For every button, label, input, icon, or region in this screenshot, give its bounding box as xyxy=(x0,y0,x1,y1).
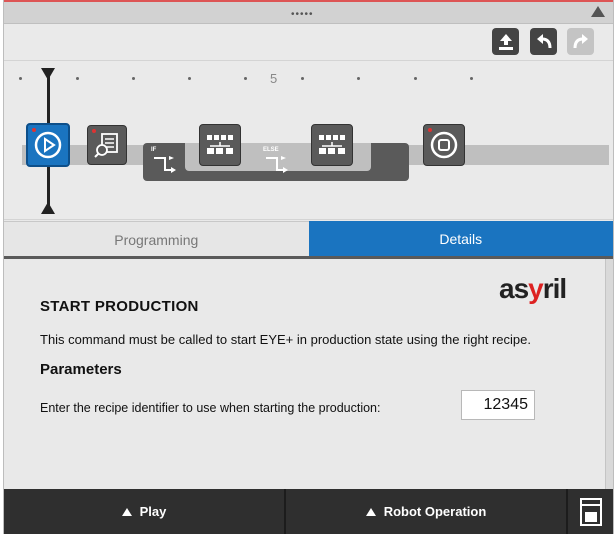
timeline-tick xyxy=(301,77,304,80)
expand-up-icon xyxy=(121,507,132,516)
action-block-1[interactable] xyxy=(199,124,241,166)
details-panel: asyril START PRODUCTION This command mus… xyxy=(4,259,613,489)
timeline-tick xyxy=(19,77,22,80)
play-label: Play xyxy=(139,504,167,519)
locate-block[interactable] xyxy=(87,125,127,165)
device-icon xyxy=(579,497,602,526)
command-title: START PRODUCTION xyxy=(40,298,199,315)
timeline-tick-label: 5 xyxy=(270,71,278,86)
stop-production-block[interactable] xyxy=(423,124,465,166)
view-tabs: Programming Details xyxy=(4,221,613,257)
else-block[interactable]: ELSE xyxy=(257,145,295,177)
play-button[interactable]: Play xyxy=(4,489,286,534)
timeline-tick xyxy=(357,77,360,80)
start-production-block[interactable] xyxy=(26,123,70,167)
action-block-2[interactable] xyxy=(311,124,353,166)
cursor-top-marker[interactable] xyxy=(41,68,55,80)
asyril-logo: asyril xyxy=(499,273,567,305)
redo-button[interactable] xyxy=(567,28,594,55)
undo-icon xyxy=(536,33,551,48)
device-panel-button[interactable] xyxy=(568,489,613,534)
collapse-up-icon[interactable] xyxy=(591,6,605,17)
cursor-bottom-marker[interactable] xyxy=(41,202,55,214)
drag-dots[interactable]: ••••• xyxy=(291,9,314,20)
recipe-id-input[interactable] xyxy=(461,390,535,420)
command-description: This command must be called to start EYE… xyxy=(40,332,531,347)
robot-operation-button[interactable]: Robot Operation xyxy=(286,489,568,534)
grid-tray-icon xyxy=(319,135,345,154)
document-search-icon xyxy=(94,133,118,158)
block-status-dot xyxy=(92,129,96,133)
grid-tray-icon xyxy=(207,135,233,154)
else-label: ELSE xyxy=(263,147,279,153)
robot-operation-label: Robot Operation xyxy=(383,504,487,519)
timeline-tick xyxy=(132,77,135,80)
bottom-bar: Play Robot Operation xyxy=(4,489,613,534)
if-label: IF xyxy=(151,147,157,153)
panel-drag-handle[interactable]: ••••• xyxy=(4,0,613,24)
redo-icon xyxy=(573,33,588,48)
timeline-tick xyxy=(414,77,417,80)
branch-arrow-icon xyxy=(154,156,176,173)
export-button[interactable] xyxy=(492,28,519,55)
block-status-dot xyxy=(428,128,432,132)
timeline-tick xyxy=(470,77,473,80)
block-status-dot xyxy=(32,128,36,132)
if-block[interactable]: IF xyxy=(146,145,182,177)
timeline-tick xyxy=(76,77,79,80)
stop-circle-icon xyxy=(430,131,458,159)
play-circle-icon xyxy=(34,131,62,159)
app-frame: ••••• 5 IF ELSE Programming Details asyr… xyxy=(3,0,614,534)
timeline-tick xyxy=(244,77,247,80)
expand-up-icon xyxy=(365,507,376,516)
recipe-prompt: Enter the recipe identifier to use when … xyxy=(40,401,381,415)
parameters-heading: Parameters xyxy=(40,361,122,378)
program-timeline[interactable]: 5 IF ELSE xyxy=(4,60,613,220)
upload-icon xyxy=(498,33,513,50)
tab-details[interactable]: Details xyxy=(308,221,613,256)
undo-button[interactable] xyxy=(530,28,557,55)
logo-text-a: as xyxy=(499,273,529,304)
tab-programming[interactable]: Programming xyxy=(4,221,309,257)
details-scrollbar[interactable] xyxy=(605,259,613,489)
branch-arrow-icon xyxy=(266,156,288,173)
timeline-tick xyxy=(188,77,191,80)
logo-text-b: ril xyxy=(542,273,567,304)
timeline-toolbar xyxy=(4,24,613,60)
logo-text-y: y xyxy=(528,273,544,304)
